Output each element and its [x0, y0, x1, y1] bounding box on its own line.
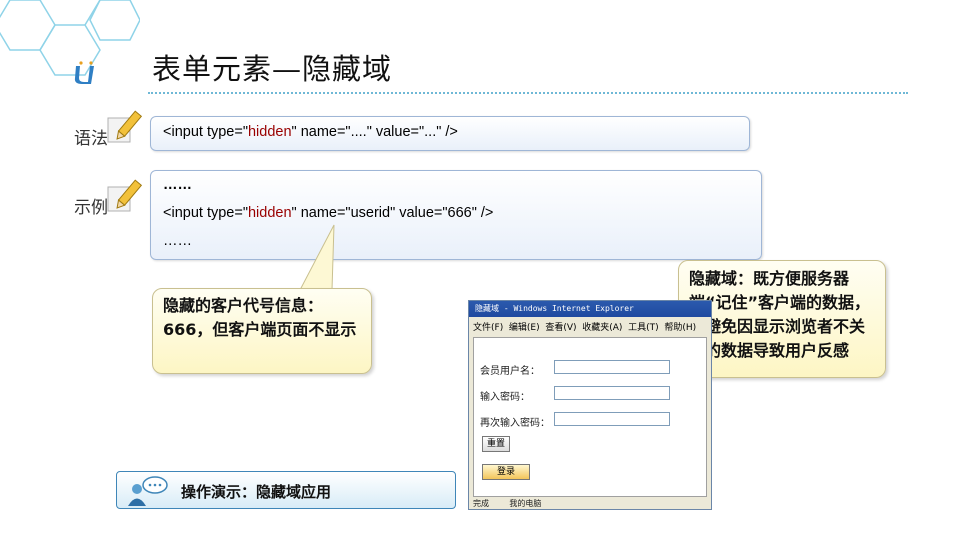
- slide-title: 表单元素—隐藏域: [152, 52, 393, 86]
- left-callout: 隐藏的客户代号信息：666，但客户端页面不显示: [152, 288, 372, 374]
- pencil-icon: [107, 179, 143, 212]
- field-label: 再次输入密码：: [480, 418, 550, 429]
- logo-icon: [74, 61, 94, 84]
- left-callout-text: 隐藏的客户代号信息：666，但客户端页面不显示: [163, 296, 357, 339]
- ellipsis-line: ……: [163, 177, 192, 193]
- reset-button[interactable]: 重置: [482, 436, 511, 452]
- presenter-chat-icon: [128, 476, 168, 506]
- code-text: " name="...." value="..." />: [291, 124, 458, 140]
- example-label: 示例: [74, 198, 108, 218]
- demo-banner[interactable]: 操作演示：隐藏域应用: [116, 471, 456, 509]
- syntax-code-box: <input type="hidden" name="...." value="…: [150, 116, 750, 151]
- example-code-box: …… <input type="hidden" name="userid" va…: [150, 170, 762, 260]
- field-label: 会员用户名：: [480, 366, 540, 377]
- username-input[interactable]: [554, 360, 670, 374]
- browser-title: 隐藏域 - Windows Internet Explorer: [475, 304, 634, 313]
- code-text: <input type=": [163, 124, 248, 140]
- browser-window-screenshot: 隐藏域 - Windows Internet Explorer 文件(F) 编辑…: [468, 300, 712, 510]
- example-code-line: <input type="hidden" name="userid" value…: [163, 205, 493, 221]
- browser-title-bar: 隐藏域 - Windows Internet Explorer: [469, 301, 711, 317]
- header-divider: [148, 92, 908, 94]
- syntax-label: 语法: [74, 129, 108, 149]
- browser-status-bar: 完成 我的电脑: [473, 499, 542, 508]
- pencil-icon: [107, 110, 143, 143]
- ellipsis-line: ……: [163, 233, 192, 249]
- code-hidden-value: hidden: [247, 124, 292, 140]
- browser-menu-bar: 文件(F) 编辑(E) 查看(V) 收藏夹(A) 工具(T) 帮助(H): [473, 323, 697, 333]
- browser-page: 会员用户名： 输入密码： 再次输入密码： 重置 登录: [473, 337, 707, 497]
- demo-label: 操作演示：隐藏域应用: [181, 483, 332, 501]
- right-callout-text: 隐藏域：既方便服务器端“记住”客户端的数据，又避免因显示浏览者不关心的数据导致用…: [689, 269, 871, 360]
- confirm-password-input[interactable]: [554, 412, 670, 426]
- callout-pointer: [299, 224, 335, 291]
- login-button[interactable]: 登录: [482, 464, 530, 480]
- code-hidden-value: hidden: [247, 205, 292, 221]
- password-input[interactable]: [554, 386, 670, 400]
- syntax-code-line: <input type="hidden" name="...." value="…: [163, 124, 458, 140]
- field-label: 输入密码：: [480, 392, 530, 403]
- code-text: <input type=": [163, 205, 248, 221]
- code-text: " name="userid" value="666" />: [291, 205, 494, 221]
